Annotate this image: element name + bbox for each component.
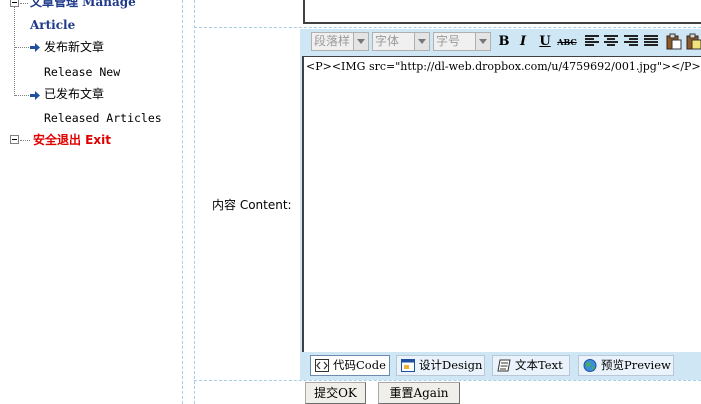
sidebar-item-publish-new[interactable]: 发布新文章 (44, 40, 104, 54)
mode-text-label: 文本Text (515, 358, 563, 372)
design-icon (401, 359, 415, 372)
row-divider (194, 380, 701, 381)
chevron-down-icon (353, 33, 368, 50)
arrow-right-icon (30, 91, 40, 100)
underline-button[interactable]: U (536, 33, 554, 51)
tree-node-article[interactable]: Article (30, 18, 75, 32)
navigation-tree: 文章管理 Manage Article 发布新文章 Release New 已发… (0, 0, 182, 404)
font-size-value: 字号 (436, 34, 461, 48)
content-label: 内容 Content: (212, 198, 292, 212)
previous-field-frame (303, 0, 701, 24)
align-justify-icon[interactable] (644, 35, 658, 47)
column-divider (194, 0, 195, 404)
editor-toolbar: 段落样 字体 字号 B I U ABC (300, 29, 701, 56)
sidebar-item-publish-new-en[interactable]: Release New (44, 65, 120, 79)
sidebar-item-exit[interactable]: 安全退出 Exit (33, 133, 111, 147)
arrow-right-icon (30, 43, 40, 52)
font-select[interactable]: 字体 (372, 32, 430, 51)
mode-design-label: 设计Design (419, 358, 483, 372)
editor-mode-bar: 代码Code 设计Design 文本Text 预览Preview (300, 352, 701, 380)
tree-branch-line (15, 47, 29, 48)
strikethrough-button[interactable]: ABC (557, 33, 577, 51)
mode-preview-button[interactable]: 预览Preview (578, 355, 674, 376)
paste-icon[interactable] (666, 33, 682, 50)
chevron-down-icon (475, 33, 490, 50)
collapse-toggle-exit[interactable] (10, 135, 19, 144)
submit-button[interactable]: 提交OK (305, 382, 366, 404)
tree-guide-line (14, 0, 15, 96)
mode-preview-label: 预览Preview (601, 358, 671, 372)
font-size-select[interactable]: 字号 (433, 32, 491, 51)
paste-special-icon[interactable] (686, 33, 701, 50)
content-textarea[interactable]: <P><IMG src="http://dl-web.dropbox.com/u… (302, 56, 701, 352)
text-icon (497, 359, 511, 372)
font-value: 字体 (375, 34, 400, 48)
reset-button[interactable]: 重置Again (378, 382, 460, 404)
collapse-toggle-manage[interactable] (10, 0, 19, 7)
mode-code-label: 代码Code (333, 358, 386, 372)
paragraph-style-select[interactable]: 段落样 (311, 32, 369, 51)
align-right-icon[interactable] (624, 35, 638, 47)
sidebar-item-published[interactable]: 已发布文章 (44, 87, 104, 101)
column-divider (182, 0, 183, 404)
row-divider (194, 27, 701, 28)
paragraph-style-value: 段落样 (314, 34, 351, 48)
tree-branch-line (20, 3, 28, 4)
mode-design-button[interactable]: 设计Design (396, 355, 485, 376)
mode-code-button[interactable]: 代码Code (310, 355, 390, 376)
rich-text-editor: 段落样 字体 字号 B I U ABC <P><IMG src="http://… (300, 29, 701, 380)
code-content: <P><IMG src="http://dl-web.dropbox.com/u… (306, 60, 701, 73)
globe-icon (583, 359, 597, 372)
align-center-icon[interactable] (604, 35, 618, 47)
italic-button[interactable]: I (514, 33, 532, 51)
mode-text-button[interactable]: 文本Text (492, 355, 570, 376)
code-icon (315, 359, 329, 372)
tree-node-manage[interactable]: 文章管理 Manage (30, 0, 136, 9)
chevron-down-icon (414, 33, 429, 50)
sidebar-item-published-en[interactable]: Released Articles (44, 111, 162, 125)
align-left-icon[interactable] (585, 35, 599, 47)
tree-branch-line (15, 95, 29, 96)
tree-branch-line (20, 140, 30, 141)
bold-button[interactable]: B (495, 33, 513, 51)
